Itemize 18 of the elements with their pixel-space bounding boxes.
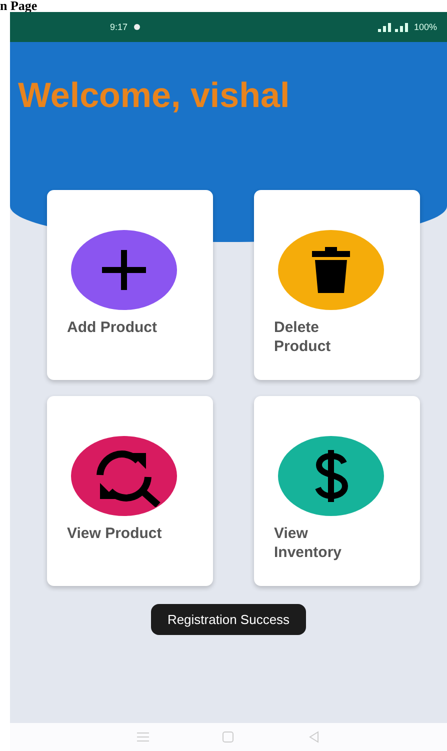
toast-message: Registration Success [151,604,306,635]
card-label: Add Product [67,318,158,337]
home-icon[interactable] [222,731,234,743]
card-label: View Product [67,524,163,543]
menu-card[interactable]: Add Product [47,190,213,380]
menu-card[interactable]: View Inventory [254,396,420,586]
card-label: View Inventory [274,524,343,562]
signal-icon [378,22,408,32]
welcome-title: Welcome, vishal [18,76,291,116]
battery-level: 100% [414,22,437,32]
menu-card[interactable]: View Product [47,396,213,586]
menu-icon[interactable] [136,732,149,742]
page-caption: n Page [0,0,38,12]
back-icon[interactable] [308,731,320,743]
card-label: Delete Product [274,318,332,356]
trash-icon [312,247,350,293]
status-time: 9:17 [110,22,128,32]
menu-card[interactable]: Delete Product [254,190,420,380]
